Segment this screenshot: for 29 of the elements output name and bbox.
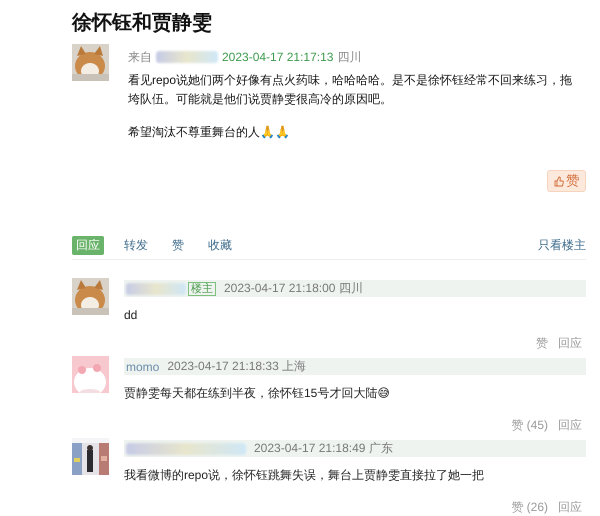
action-link[interactable]: 回应 [72, 236, 104, 255]
source-label: 来自 [128, 49, 152, 65]
like-link[interactable]: 赞 [536, 335, 548, 352]
action-link[interactable]: 赞 [168, 236, 188, 255]
reply-text: 贾静雯每天都在练到半夜，徐怀钰15号才回大陆😅 [124, 385, 391, 401]
reply-link[interactable]: 回应 [558, 417, 582, 434]
reply-text: 我看微博的repo说，徐怀钰跳舞失误，舞台上贾静雯直接拉了她一把 [124, 467, 486, 483]
post-paragraph: 希望淘汰不尊重舞台的人🙏🙏 [128, 124, 291, 141]
reply-time: 2023-04-17 21:18:49 广东 [254, 440, 393, 457]
redacted-name [156, 51, 218, 63]
reply-time: 2023-04-17 21:18:00 四川 [224, 280, 363, 297]
post-paragraph: 看见repo说她们两个好像有点火药味，哈哈哈哈。是不是徐怀钰经常不回来练习，拖垮队伍。可能就是他们说贾静雯很高冷的原因吧。 [128, 72, 573, 108]
username[interactable]: momo [126, 360, 160, 374]
like-link[interactable]: 赞 (26) [511, 499, 548, 516]
action-link[interactable]: 收藏 [204, 236, 236, 255]
author-only-link[interactable]: 只看楼主 [538, 237, 586, 254]
post-time: 2023-04-17 21:17:13 [222, 49, 334, 65]
reply-text: dd [124, 307, 138, 323]
like-link[interactable]: 赞 (45) [511, 417, 548, 434]
poster-badge: 楼主 [188, 282, 216, 296]
action-link[interactable]: 转发 [120, 236, 152, 255]
like-button[interactable]: 赞 [547, 170, 586, 192]
redacted-name [126, 282, 186, 294]
reply-time: 2023-04-17 21:18:33 上海 [167, 358, 306, 375]
page-title: 徐怀钰和贾静雯 [72, 11, 213, 36]
reply-link[interactable]: 回应 [558, 499, 582, 516]
post-location: 四川 [337, 49, 362, 65]
thumb-icon [554, 176, 564, 186]
reply-link[interactable]: 回应 [558, 335, 582, 352]
